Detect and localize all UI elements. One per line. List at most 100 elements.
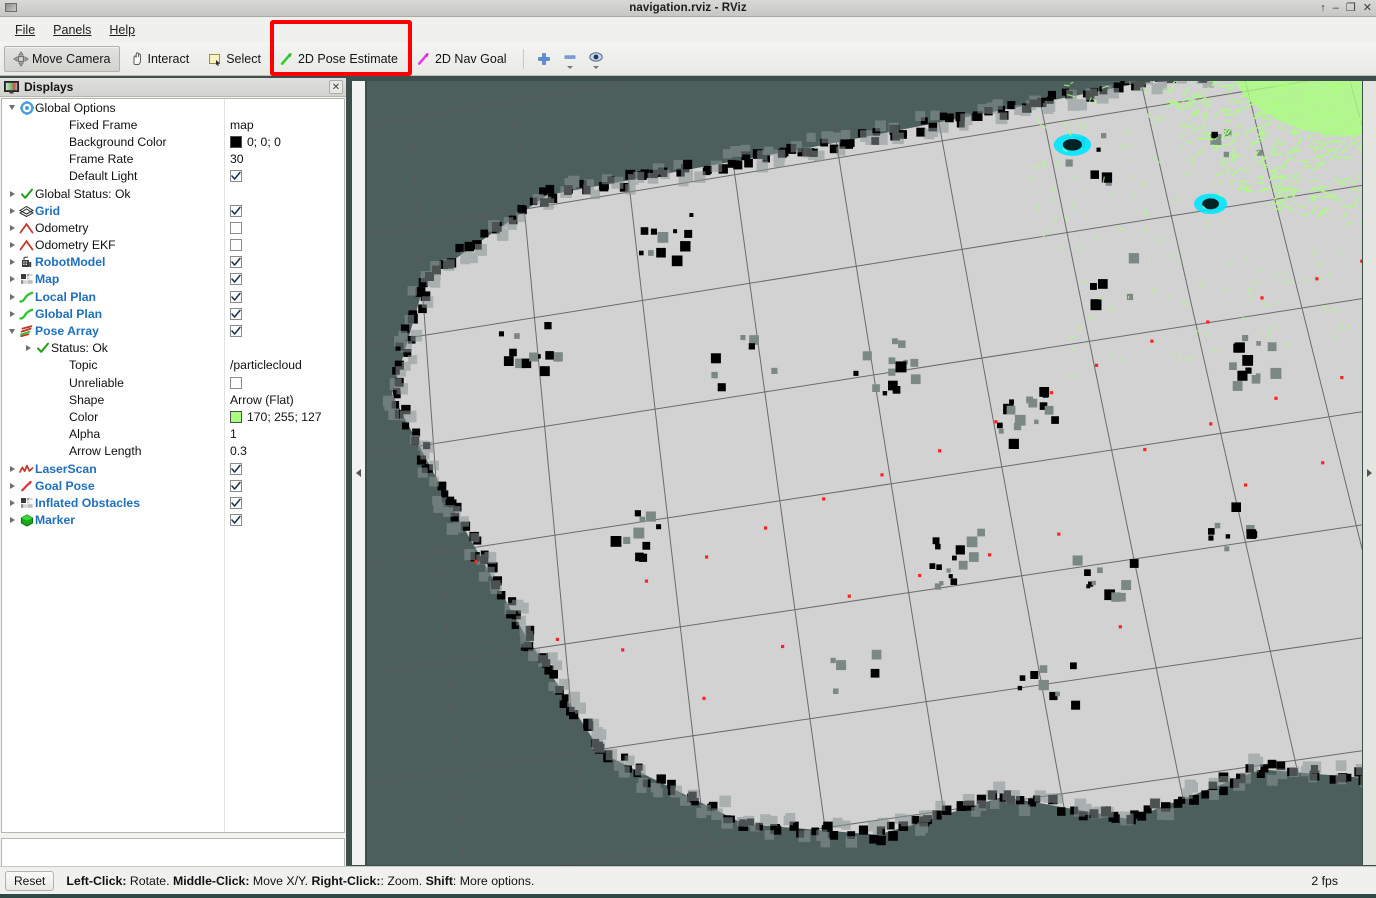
color-swatch[interactable] — [230, 410, 242, 423]
tree-row[interactable]: Fixed Frame map — [2, 116, 344, 133]
tree-row-value[interactable]: 0; 0; 0 — [230, 135, 281, 149]
displays-tree[interactable]: Global Options Fixed Frame map Background C… — [1, 98, 345, 833]
expander-closed-icon[interactable] — [6, 293, 18, 300]
expander-closed-icon[interactable] — [22, 345, 34, 352]
tree-row-value[interactable]: /particlecloud — [230, 358, 302, 372]
tree-row-value[interactable]: 170; 255; 127 — [230, 410, 322, 424]
3d-render-view[interactable] — [367, 81, 1362, 865]
add-tool-button[interactable] — [531, 51, 557, 67]
tool-move-camera[interactable]: Move Camera — [4, 45, 120, 72]
checkbox-checked[interactable] — [230, 325, 242, 338]
shade-button[interactable]: ↑ — [1320, 0, 1326, 17]
tree-row-value[interactable] — [230, 239, 242, 252]
tree-row-value[interactable] — [230, 325, 242, 338]
focus-camera-caret-icon[interactable] — [592, 65, 599, 69]
tree-row-value[interactable] — [230, 376, 242, 389]
expander-closed-icon[interactable] — [6, 465, 18, 472]
tree-row-value[interactable] — [230, 290, 242, 303]
checkbox-unchecked[interactable] — [230, 221, 242, 234]
expander-open-icon[interactable] — [6, 105, 18, 111]
expander-closed-icon[interactable] — [6, 207, 18, 214]
menu-file[interactable]: File — [6, 20, 44, 40]
tree-row[interactable]: Pose Array — [2, 322, 344, 339]
expander-closed-icon[interactable] — [6, 276, 18, 283]
tree-row-value[interactable] — [230, 496, 242, 509]
tree-row[interactable]: Goal Pose — [2, 477, 344, 494]
tree-row[interactable]: Inflated Obstacles — [2, 494, 344, 511]
menu-panels[interactable]: Panels — [44, 20, 100, 40]
tree-row[interactable]: LaserScan — [2, 460, 344, 477]
remove-tool-button[interactable] — [557, 49, 583, 69]
tree-row[interactable]: RobotModel — [2, 254, 344, 271]
tree-row[interactable]: Odometry — [2, 219, 344, 236]
tree-row[interactable]: Unreliable — [2, 374, 344, 391]
minimize-button[interactable]: – — [1333, 0, 1339, 17]
checkbox-checked[interactable] — [230, 273, 242, 286]
tree-row-value[interactable] — [230, 479, 242, 492]
tool-select[interactable]: Select — [198, 46, 270, 72]
tree-row-value[interactable]: 1 — [230, 427, 237, 441]
expander-closed-icon[interactable] — [6, 499, 18, 506]
tree-row-value[interactable] — [230, 462, 242, 475]
tool-interact[interactable]: Interact — [120, 46, 199, 72]
tree-row-value[interactable] — [230, 307, 242, 320]
color-swatch[interactable] — [230, 135, 242, 148]
tree-row-value[interactable] — [230, 221, 242, 234]
tree-row[interactable]: Frame Rate 30 — [2, 151, 344, 168]
tree-row[interactable]: Background Color 0; 0; 0 — [2, 133, 344, 150]
focus-camera-button[interactable] — [583, 49, 609, 69]
checkbox-checked[interactable] — [230, 170, 242, 183]
checkbox-checked[interactable] — [230, 462, 242, 475]
checkbox-checked[interactable] — [230, 307, 242, 320]
tree-row[interactable]: Default Light — [2, 168, 344, 185]
tree-row-value[interactable]: 30 — [230, 152, 244, 166]
expander-closed-icon[interactable] — [6, 242, 18, 249]
tree-row[interactable]: Global Plan — [2, 305, 344, 322]
checkbox-checked[interactable] — [230, 514, 242, 527]
tree-row[interactable]: Global Options — [2, 99, 344, 116]
expander-closed-icon[interactable] — [6, 224, 18, 231]
tool-2d-nav-goal[interactable]: 2D Nav Goal — [407, 46, 516, 72]
tree-row-value[interactable] — [230, 204, 242, 217]
checkbox-unchecked[interactable] — [230, 376, 242, 389]
tree-row[interactable]: Marker — [2, 512, 344, 529]
tree-row-value[interactable] — [230, 514, 242, 527]
tree-row-value[interactable] — [230, 256, 242, 269]
tree-row[interactable]: Topic/particlecloud — [2, 357, 344, 374]
collapse-right-panel-handle[interactable] — [1363, 81, 1376, 865]
tree-row[interactable]: Local Plan — [2, 288, 344, 305]
tree-row[interactable]: Odometry EKF — [2, 237, 344, 254]
tree-row-value[interactable]: 0.3 — [230, 444, 247, 458]
tree-row[interactable]: Alpha 1 — [2, 426, 344, 443]
tree-row-value[interactable] — [230, 273, 242, 286]
tree-row-value[interactable]: map — [230, 118, 254, 132]
tool-2d-pose-estimate[interactable]: 2D Pose Estimate — [270, 46, 407, 72]
tree-row-value[interactable] — [230, 170, 242, 183]
tree-row[interactable]: Grid — [2, 202, 344, 219]
expander-open-icon[interactable] — [6, 328, 18, 334]
expander-closed-icon[interactable] — [6, 190, 18, 197]
menu-help[interactable]: Help — [100, 20, 144, 40]
expander-closed-icon[interactable] — [6, 310, 18, 317]
tree-row[interactable]: Global Status: Ok — [2, 185, 344, 202]
remove-tool-caret-icon[interactable] — [566, 65, 573, 69]
checkbox-checked[interactable] — [230, 256, 242, 269]
checkbox-checked[interactable] — [230, 204, 242, 217]
tree-row[interactable]: Map — [2, 271, 344, 288]
reset-button[interactable]: Reset — [5, 870, 55, 891]
expander-closed-icon[interactable] — [6, 259, 18, 266]
checkbox-checked[interactable] — [230, 496, 242, 509]
tree-row[interactable]: Shape Arrow (Flat) — [2, 391, 344, 408]
checkbox-checked[interactable] — [230, 479, 242, 492]
checkbox-checked[interactable] — [230, 290, 242, 303]
tree-row[interactable]: Color 170; 255; 127 — [2, 408, 344, 425]
close-button[interactable]: ✕ — [1363, 0, 1372, 17]
tree-row-value[interactable]: Arrow (Flat) — [230, 393, 294, 407]
tree-row[interactable]: Arrow Length 0.3 — [2, 443, 344, 460]
checkbox-unchecked[interactable] — [230, 239, 242, 252]
displays-panel-close-icon[interactable]: ✕ — [329, 80, 343, 94]
expander-closed-icon[interactable] — [6, 482, 18, 489]
maximize-button[interactable]: ❐ — [1346, 0, 1356, 17]
tree-row[interactable]: Status: Ok — [2, 340, 344, 357]
expander-closed-icon[interactable] — [6, 517, 18, 524]
